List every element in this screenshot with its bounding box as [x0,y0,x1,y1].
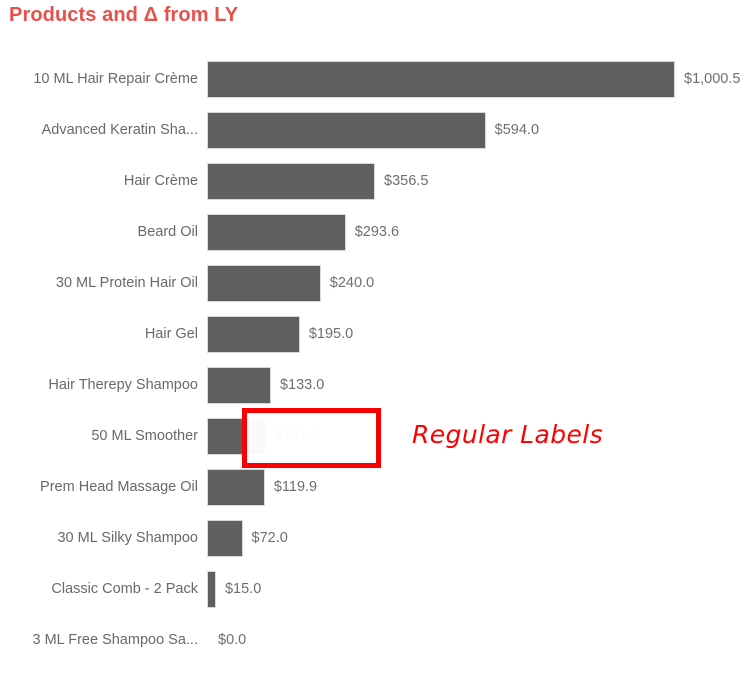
value-label: $594.0 [494,122,540,138]
bar-row[interactable]: 30 ML Protein Hair Oil $240.0 [0,266,754,317]
bar-and-value: $133.0 [208,368,324,403]
bar[interactable] [208,317,299,352]
annotation-highlight-box [242,408,381,468]
plot-area: 10 ML Hair Repair Crème $1,000.5 Advanced … [0,55,754,664]
value-label: $15.0 [224,581,262,597]
category-label: Hair Therepy Shampoo [48,377,198,393]
category-label: Advanced Keratin Sha... [41,122,198,138]
category-label: 50 ML Smoother [91,428,198,444]
value-label: $72.0 [251,530,288,546]
category-label: 30 ML Silky Shampoo [57,530,198,546]
bar-row[interactable]: Advanced Keratin Sha... $594.0 [0,113,754,164]
bar[interactable] [208,572,215,607]
value-label: $133.0 [279,377,325,393]
bar[interactable] [208,521,242,556]
bar-and-value: $119.9 [208,470,317,505]
bar-and-value: $0.0 [208,623,246,658]
bar-chart-visual[interactable]: Products and Δ from LY 10 ML Hair Repair… [0,0,754,664]
value-label: $195.0 [308,326,354,342]
value-label: $293.6 [354,224,400,240]
bar-and-value: $356.5 [208,164,428,199]
bar-and-value: $195.0 [208,317,353,352]
bar[interactable] [208,62,674,97]
bar-row[interactable]: 10 ML Hair Repair Crème $1,000.5 [0,62,754,113]
bar-row[interactable]: Beard Oil $293.6 [0,215,754,266]
bar-and-value: $594.0 [208,113,539,148]
value-label: $0.0 [218,632,247,648]
bar[interactable] [208,368,270,403]
bar[interactable] [208,215,345,250]
bar-row[interactable]: Hair Gel $195.0 [0,317,754,368]
bar-and-value: $15.0 [208,572,261,607]
category-label: Hair Gel [144,326,198,342]
bar-and-value: $72.0 [208,521,288,556]
bar-row[interactable]: 3 ML Free Shampoo Sa... $0.0 [0,623,754,674]
value-label: $356.5 [384,173,429,189]
value-label: $1,000.5 [684,71,741,87]
category-label: Hair Crème [123,173,198,189]
category-label: 3 ML Free Shampoo Sa... [32,632,199,648]
value-label: $119.9 [273,479,318,495]
category-label: Classic Comb - 2 Pack [51,581,198,597]
value-label: $240.0 [329,275,375,291]
bar-row[interactable]: Prem Head Massage Oil $119.9 [0,470,754,521]
category-label: Beard Oil [137,224,198,240]
bar[interactable] [208,470,264,505]
category-label: 30 ML Protein Hair Oil [55,275,198,291]
page-title: Products and Δ from LY [9,4,239,26]
bar-row[interactable]: Classic Comb - 2 Pack $15.0 [0,572,754,623]
category-label: 10 ML Hair Repair Crème [33,71,198,87]
bar-and-value: $293.6 [208,215,399,250]
bar-and-value: $1,000.5 [208,62,740,97]
bar-and-value: $240.0 [208,266,374,301]
bar[interactable] [208,266,320,301]
bar[interactable] [208,164,375,199]
bar-row[interactable]: 30 ML Silky Shampoo $72.0 [0,521,754,572]
bar[interactable] [208,113,485,148]
category-label: Prem Head Massage Oil [40,479,198,495]
annotation-label: Regular Labels [412,420,604,449]
bar-row[interactable]: Hair Crème $356.5 [0,164,754,215]
